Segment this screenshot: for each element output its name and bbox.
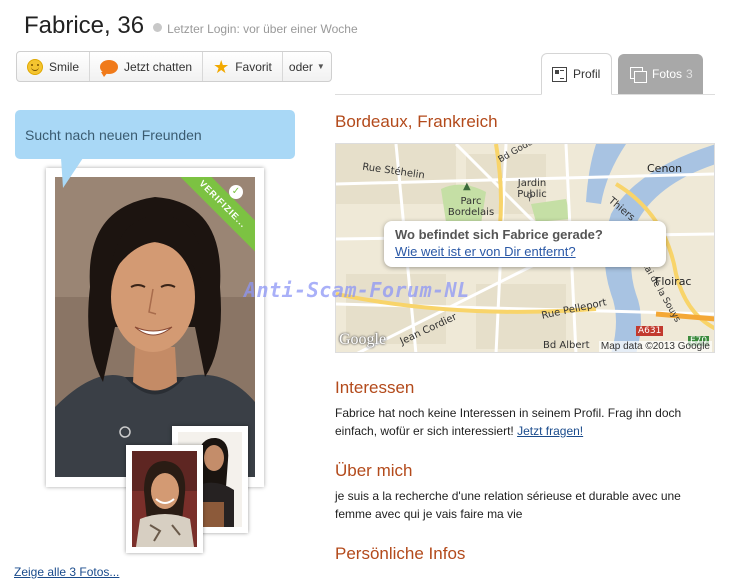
tab-profil-label: Profil [573,67,601,81]
smiley-icon [27,58,43,75]
checkmark-icon: ✓ [229,185,243,199]
map-label-parc: Parc Bordelais [447,196,495,218]
location-map[interactable]: Cenon Jardin Public Parc Bordelais Floir… [335,143,715,353]
more-label: oder [288,59,313,74]
tab-profil[interactable]: Profil [541,53,612,95]
map-label-a631: A631 [636,326,664,336]
location-title: Bordeaux, Frankreich [335,112,498,131]
profile-name-age: Fabrice, 36 [24,12,145,39]
chat-bubble-icon [100,59,119,77]
thumbnail-image [132,451,197,547]
favorite-button[interactable]: ★ Favorit [203,52,283,81]
tab-fotos-label: Fotos [652,67,683,81]
distance-link[interactable]: Wie weit ist er von Dir entfernt? [395,244,655,259]
thumbnail-illustration [132,451,197,547]
tree-icon: ▲ [463,181,471,192]
profile-header: Fabrice, 36 Letzter Login: vor über eine… [24,12,358,40]
map-popup-question: Wo befindet sich Fabrice gerade? [395,227,603,242]
profile-card-icon [552,66,567,82]
online-status-dot-icon [153,23,163,32]
map-info-popup: Wo befindet sich Fabrice gerade? Wie wei… [384,221,666,267]
interessen-title: Interessen [335,378,415,397]
about-me-title: Über mich [335,461,413,480]
map-label-cenon: Cenon [647,162,683,175]
more-dropdown[interactable]: oder ▼ [283,52,331,81]
chat-button[interactable]: Jetzt chatten [90,52,204,81]
smile-button[interactable]: Smile [17,52,91,81]
status-bubble: Sucht nach neuen Freunden [15,110,295,159]
chat-label: Jetzt chatten [124,59,193,74]
tab-fotos[interactable]: Fotos 3 [618,54,703,94]
tab-fotos-count: 3 [686,67,693,81]
landmark-icon: ⚲ [526,192,534,203]
interessen-text: Fabrice hat noch keine Interessen in sei… [335,406,682,438]
map-label-bd-albert: Bd Albert [543,340,590,351]
star-icon: ★ [213,56,230,77]
last-login-text: Letzter Login: vor über einer Woche [167,22,358,36]
google-logo: Google [339,331,387,348]
photo-thumbnail-1[interactable] [126,445,203,553]
map-copyright: Map data ©2013 Google [598,341,712,352]
smile-label: Smile [49,59,80,74]
chevron-down-icon: ▼ [316,62,325,71]
action-bar: Smile Jetzt chatten ★ Favorit oder ▼ [16,51,332,82]
favorite-label: Favorit [235,59,272,74]
interessen-text-block: Fabrice hat noch keine Interessen in sei… [335,404,715,440]
about-me-text: je suis a la recherche d'une relation sé… [335,489,681,521]
show-all-photos-link[interactable]: Zeige alle 3 Fotos... [14,565,119,579]
personal-info-title: Persönliche Infos [335,544,466,563]
photos-icon [630,66,647,83]
bubble-tail [61,158,83,188]
ask-now-link[interactable]: Jetzt fragen! [517,424,583,438]
tab-divider [335,94,715,95]
